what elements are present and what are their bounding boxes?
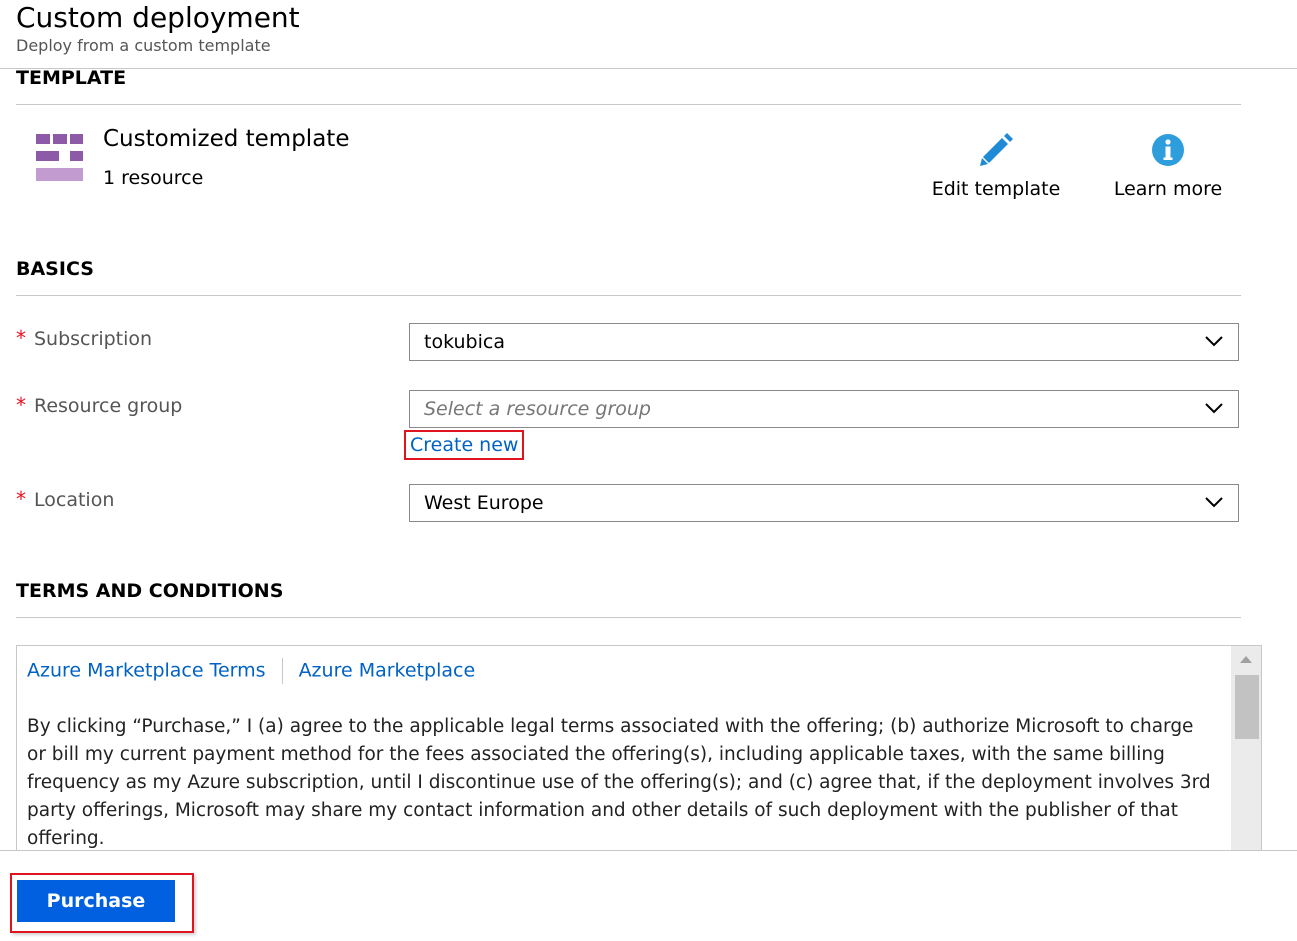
- location-dropdown[interactable]: West Europe: [409, 484, 1239, 522]
- terms-scrollbar[interactable]: [1231, 646, 1261, 854]
- page-title: Custom deployment: [16, 1, 300, 34]
- create-new-link[interactable]: Create new: [404, 430, 525, 460]
- azure-marketplace-link[interactable]: Azure Marketplace: [299, 660, 476, 682]
- blade-header: Custom deployment Deploy from a custom t…: [0, 0, 1297, 69]
- basics-section-title: BASICS: [16, 258, 94, 280]
- edit-template-button[interactable]: Edit template: [926, 130, 1066, 200]
- blade-footer: Purchase: [0, 850, 1297, 941]
- scroll-up-arrow-icon[interactable]: [1240, 656, 1252, 663]
- location-label: * Location: [16, 487, 114, 511]
- terms-text: By clicking “Purchase,” I (a) agree to t…: [27, 716, 1211, 849]
- learn-more-button[interactable]: Learn more: [1098, 130, 1238, 200]
- page-subtitle: Deploy from a custom template: [16, 36, 271, 55]
- chevron-down-icon: [1205, 336, 1223, 347]
- resource-group-label-text: Resource group: [34, 395, 183, 417]
- edit-template-label: Edit template: [931, 178, 1061, 200]
- template-divider: [16, 104, 1241, 105]
- template-grid-icon: [36, 134, 84, 182]
- info-icon: [1098, 130, 1238, 170]
- required-asterisk: *: [16, 487, 26, 511]
- template-name: Customized template: [103, 126, 350, 152]
- template-resource-count: 1 resource: [103, 167, 204, 189]
- chevron-down-icon: [1205, 497, 1223, 508]
- required-asterisk: *: [16, 326, 26, 350]
- azure-marketplace-terms-link[interactable]: Azure Marketplace Terms: [27, 660, 266, 682]
- chevron-down-icon: [1205, 403, 1223, 414]
- scroll-thumb[interactable]: [1235, 675, 1259, 739]
- purchase-button[interactable]: Purchase: [17, 880, 175, 922]
- basics-divider: [16, 295, 1241, 296]
- template-section-title: TEMPLATE: [16, 67, 127, 89]
- resource-group-label: * Resource group: [16, 393, 182, 417]
- terms-divider: [16, 617, 1241, 618]
- subscription-label-text: Subscription: [34, 328, 153, 350]
- location-label-text: Location: [34, 489, 115, 511]
- location-value: West Europe: [424, 492, 544, 514]
- terms-panel: Azure Marketplace Terms Azure Marketplace…: [16, 645, 1262, 855]
- terms-section-title: TERMS AND CONDITIONS: [16, 580, 284, 602]
- resource-group-placeholder: Select a resource group: [424, 398, 651, 420]
- terms-links: Azure Marketplace Terms Azure Marketplace: [27, 658, 475, 684]
- learn-more-label: Learn more: [1113, 178, 1223, 200]
- link-separator: [281, 658, 283, 684]
- resource-group-dropdown[interactable]: Select a resource group: [409, 390, 1239, 428]
- subscription-dropdown[interactable]: tokubica: [409, 323, 1239, 361]
- purchase-highlight: Purchase: [10, 873, 194, 933]
- subscription-label: * Subscription: [16, 326, 152, 350]
- subscription-value: tokubica: [424, 331, 505, 353]
- pencil-icon: [926, 130, 1066, 170]
- required-asterisk: *: [16, 393, 26, 417]
